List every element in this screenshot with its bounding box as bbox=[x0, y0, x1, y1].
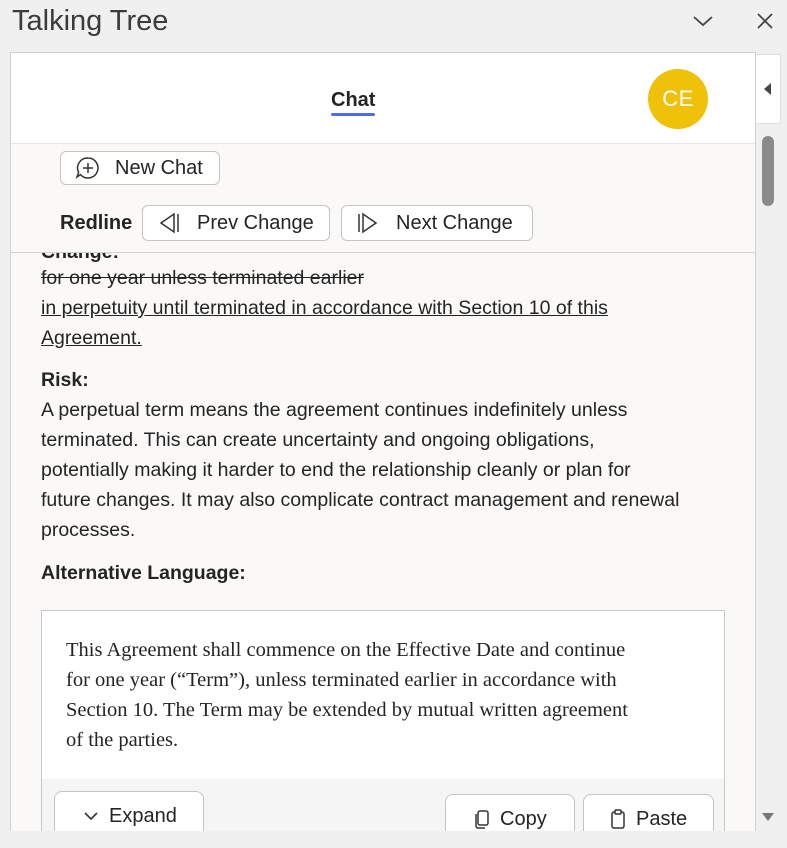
risk-text-line: terminated. This can create uncertainty … bbox=[41, 429, 595, 451]
expand-label: Expand bbox=[109, 804, 177, 827]
expand-panel-button[interactable] bbox=[755, 54, 781, 124]
copy-button[interactable]: Copy bbox=[445, 794, 575, 831]
alternative-language-heading: Alternative Language: bbox=[41, 562, 246, 584]
copy-icon bbox=[474, 809, 490, 829]
next-change-button[interactable]: Next Change bbox=[341, 205, 533, 241]
title-bar: Talking Tree bbox=[0, 0, 787, 52]
scrollbar-thumb[interactable] bbox=[762, 136, 774, 206]
new-chat-button[interactable]: New Chat bbox=[60, 151, 220, 185]
paste-button[interactable]: Paste bbox=[583, 794, 714, 831]
clipboard-icon bbox=[610, 809, 626, 829]
new-chat-label: New Chat bbox=[115, 156, 203, 179]
avatar[interactable]: CE bbox=[648, 69, 708, 129]
inserted-text-line-2: Agreement. bbox=[41, 327, 142, 349]
risk-text-line: potentially making it harder to end the … bbox=[41, 459, 631, 481]
alt-text-line: This Agreement shall commence on the Eff… bbox=[66, 639, 626, 661]
close-icon bbox=[757, 13, 773, 29]
chevron-down-icon bbox=[693, 16, 713, 27]
redline-label: Redline bbox=[60, 212, 133, 234]
alt-box-footer: Expand Copy Paste bbox=[42, 779, 724, 831]
alternative-language-text: This Agreement shall commence on the Eff… bbox=[66, 635, 710, 755]
prev-change-button[interactable]: Prev Change bbox=[142, 205, 330, 241]
caret-left-icon bbox=[764, 83, 771, 95]
risk-heading: Risk: bbox=[41, 369, 89, 391]
alternative-language-box: This Agreement shall commence on the Eff… bbox=[41, 610, 725, 831]
paste-label: Paste bbox=[636, 807, 688, 830]
risk-text-line: A perpetual term means the agreement con… bbox=[41, 399, 628, 421]
task-pane: Chat CE New Chat Redline Prev Change Nex… bbox=[10, 52, 756, 831]
next-change-label: Next Change bbox=[396, 211, 513, 234]
scroll-down-button[interactable] bbox=[760, 810, 776, 824]
collapse-button[interactable] bbox=[688, 6, 718, 36]
caret-down-icon bbox=[762, 813, 774, 821]
inserted-text-line-1: in perpetuity until terminated in accord… bbox=[41, 297, 608, 319]
alt-text-line: of the parties. bbox=[66, 729, 179, 751]
expand-button[interactable]: Expand bbox=[54, 791, 204, 831]
alt-text-line: Section 10. The Term may be extended by … bbox=[66, 699, 628, 721]
redline-row: Redline Prev Change Next Change bbox=[11, 192, 755, 253]
chat-add-icon bbox=[75, 156, 101, 180]
close-button[interactable] bbox=[750, 6, 780, 36]
risk-text-line: processes. bbox=[41, 519, 136, 541]
scrollbar-track[interactable] bbox=[755, 124, 781, 828]
chevron-down-icon bbox=[83, 811, 99, 821]
previous-icon bbox=[157, 212, 181, 234]
deleted-text: for one year unless terminated earlier bbox=[41, 267, 364, 289]
copy-label: Copy bbox=[500, 807, 547, 830]
tab-chat[interactable]: Chat bbox=[331, 89, 376, 116]
alt-text-line: for one year (“Term”), unless terminated… bbox=[66, 669, 617, 691]
app-title: Talking Tree bbox=[12, 5, 169, 37]
prev-change-label: Prev Change bbox=[197, 211, 314, 234]
risk-text-line: future changes. It may also complicate c… bbox=[41, 489, 680, 511]
chat-content: Change: for one year unless terminated e… bbox=[11, 253, 755, 831]
new-chat-row: New Chat bbox=[11, 143, 755, 193]
pane-header: Chat CE bbox=[11, 53, 755, 143]
next-icon bbox=[356, 212, 380, 234]
